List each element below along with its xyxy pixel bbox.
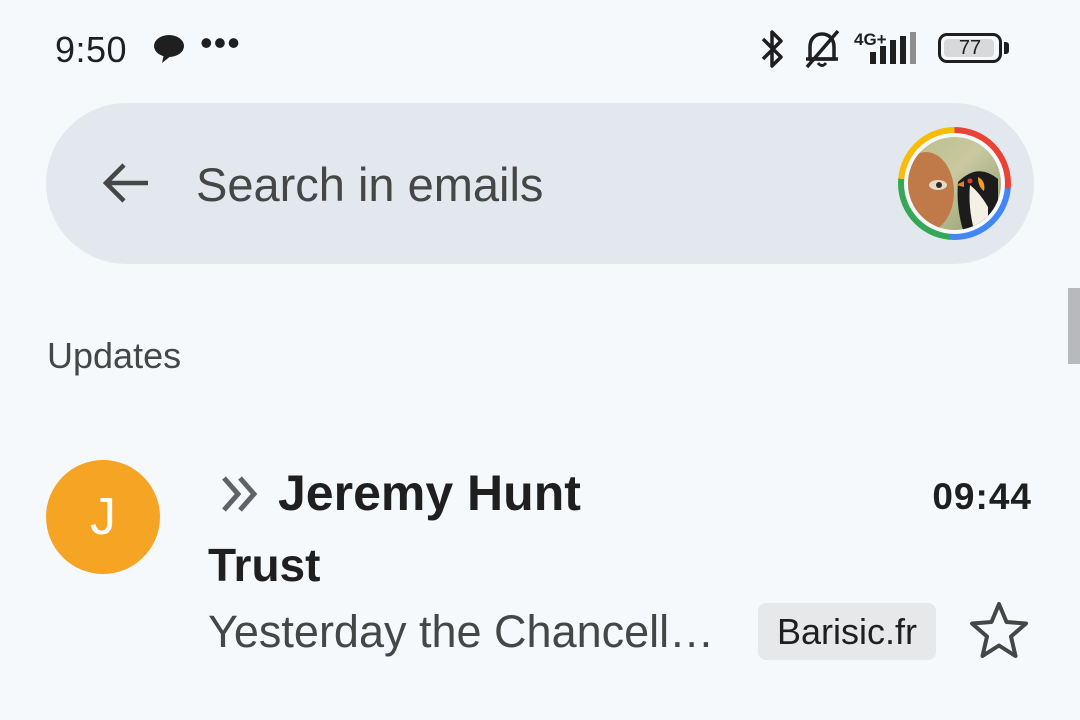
- battery-tip: [1004, 42, 1009, 54]
- back-arrow-icon[interactable]: [102, 159, 152, 212]
- account-avatar[interactable]: [898, 127, 1011, 240]
- message-icon: [152, 34, 186, 69]
- section-title: Updates: [47, 335, 182, 376]
- status-time: 9:50: [55, 29, 128, 70]
- sender-avatar[interactable]: J: [46, 460, 160, 574]
- search-input[interactable]: Search in emails: [196, 157, 543, 212]
- battery-level: 77: [958, 37, 982, 59]
- email-time: 09:44: [932, 476, 1032, 517]
- email-list-item[interactable]: J Jeremy Hunt 09:44 Trust Yesterday the …: [0, 440, 1080, 680]
- battery-icon: 77: [938, 33, 1002, 63]
- star-icon[interactable]: [968, 600, 1030, 665]
- email-sender: Jeremy Hunt: [278, 465, 581, 521]
- email-subject: Trust: [208, 539, 321, 591]
- more-notifications-icon: •••: [200, 22, 241, 63]
- bell-off-icon: [802, 27, 842, 76]
- scrollbar-thumb[interactable]: [1068, 288, 1080, 364]
- search-bar[interactable]: Search in emails: [46, 103, 1034, 264]
- email-snippet: Yesterday the Chancellor ...: [208, 606, 738, 657]
- status-bar: 9:50 ••• 4G+ 77: [0, 0, 1080, 100]
- email-label-chip[interactable]: Barisic.fr: [758, 603, 937, 660]
- importance-marker-icon: [218, 474, 262, 519]
- profile-picture: [908, 137, 1001, 230]
- signal-icon: [870, 32, 926, 71]
- bluetooth-icon: [757, 27, 787, 76]
